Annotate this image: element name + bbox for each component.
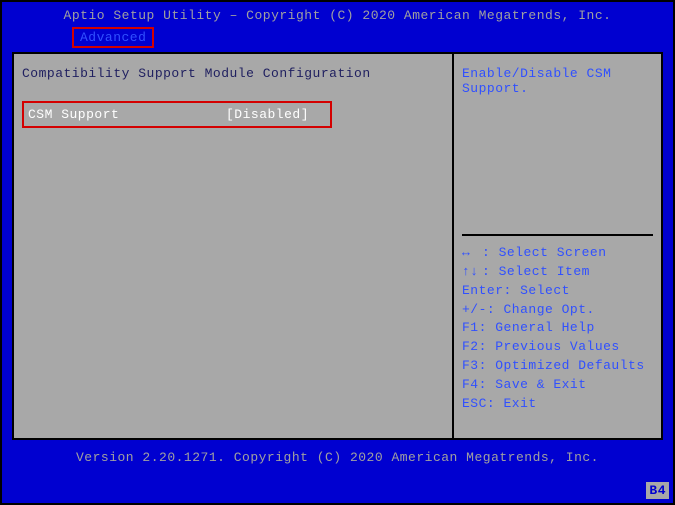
arrows-ud-icon: ↑↓ [462, 263, 482, 282]
hint-select-item: ↑↓: Select Item [462, 263, 653, 282]
arrows-lr-icon: ↔ [462, 244, 482, 263]
main-panel: Compatibility Support Module Configurati… [12, 52, 663, 440]
hint-f1: F1: General Help [462, 319, 653, 338]
corner-badge: B4 [646, 482, 669, 499]
setting-label: CSM Support [28, 107, 226, 122]
hint-change-opt: +/-: Change Opt. [462, 301, 653, 320]
hint-f3: F3: Optimized Defaults [462, 357, 653, 376]
settings-panel: Compatibility Support Module Configurati… [14, 54, 454, 438]
setting-csm-support[interactable]: CSM Support [Disabled] [22, 101, 332, 128]
setting-value: [Disabled] [226, 107, 326, 122]
hint-list: ↔: Select Screen ↑↓: Select Item Enter: … [462, 244, 653, 426]
hint-f4: F4: Save & Exit [462, 376, 653, 395]
version-text: Version 2.20.1271. Copyright (C) 2020 Am… [76, 450, 599, 465]
help-text: Enable/Disable CSM Support. [462, 66, 653, 236]
hint-enter: Enter: Select [462, 282, 653, 301]
tab-advanced[interactable]: Advanced [72, 27, 154, 48]
section-title: Compatibility Support Module Configurati… [22, 66, 444, 81]
header-bar: Aptio Setup Utility – Copyright (C) 2020… [2, 2, 673, 52]
help-panel: Enable/Disable CSM Support. ↔: Select Sc… [454, 54, 661, 438]
hint-esc: ESC: Exit [462, 395, 653, 414]
tab-row: Advanced [2, 25, 673, 52]
hint-select-screen: ↔: Select Screen [462, 244, 653, 263]
app-title: Aptio Setup Utility – Copyright (C) 2020… [2, 6, 673, 25]
hint-f2: F2: Previous Values [462, 338, 653, 357]
footer-bar: Version 2.20.1271. Copyright (C) 2020 Am… [2, 440, 673, 465]
